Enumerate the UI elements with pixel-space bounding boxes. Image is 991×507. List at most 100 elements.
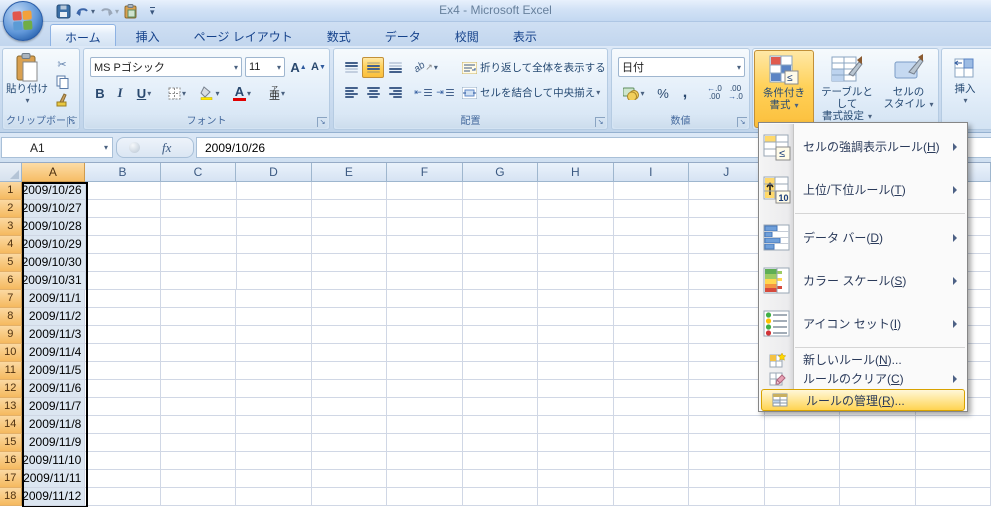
column-header-B[interactable]: B — [85, 163, 160, 182]
increase-indent-button[interactable]: ⇥ — [434, 82, 456, 103]
cell-B3[interactable] — [86, 218, 161, 236]
cell-D10[interactable] — [236, 344, 311, 362]
cell-x18[interactable] — [765, 488, 840, 506]
cell-H1[interactable] — [538, 182, 613, 200]
cell-I13[interactable] — [614, 398, 689, 416]
row-header-5[interactable]: 5 — [0, 254, 22, 272]
cell-D14[interactable] — [236, 416, 311, 434]
cell-H11[interactable] — [538, 362, 613, 380]
menu-item-color-scales[interactable]: カラー スケール(S) — [759, 259, 967, 302]
tab-formulas[interactable]: 数式 — [313, 24, 365, 46]
cell-G3[interactable] — [463, 218, 538, 236]
cell-J1[interactable] — [689, 182, 764, 200]
cell-A14[interactable]: 2009/11/8 — [22, 416, 86, 434]
cell-B15[interactable] — [85, 434, 160, 452]
cell-A17[interactable]: 2009/11/11 — [22, 470, 86, 488]
phonetic-button[interactable]: ア亜 ▾ — [261, 82, 293, 104]
decrease-indent-button[interactable]: ⇤ — [412, 82, 434, 103]
cell-G16[interactable] — [463, 452, 538, 470]
menu-item-highlight-cells-rules[interactable]: ≤ セルの強調表示ルール(H) — [759, 125, 967, 168]
cell-H7[interactable] — [538, 290, 613, 308]
cell-H14[interactable] — [538, 416, 613, 434]
undo-dropdown-icon[interactable]: ▾ — [91, 7, 95, 16]
cell-E14[interactable] — [312, 416, 387, 434]
cell-D11[interactable] — [236, 362, 311, 380]
merge-center-button[interactable]: セルを結合して中央揃え ▾ — [462, 82, 606, 103]
format-as-table-button[interactable]: テーブルとして 書式設定 ▾ — [816, 50, 878, 128]
cell-G1[interactable] — [463, 182, 538, 200]
cell-E4[interactable] — [312, 236, 387, 254]
cell-J18[interactable] — [689, 488, 764, 506]
cell-G17[interactable] — [463, 470, 538, 488]
cell-D12[interactable] — [236, 380, 311, 398]
font-color-button[interactable]: A ▾ — [227, 82, 257, 104]
column-header-D[interactable]: D — [236, 163, 311, 182]
row-header-18[interactable]: 18 — [0, 488, 22, 506]
cell-F11[interactable] — [387, 362, 462, 380]
orientation-button[interactable]: ab↗▾ — [412, 57, 440, 78]
cell-E11[interactable] — [312, 362, 387, 380]
tab-home[interactable]: ホーム — [50, 24, 116, 46]
select-all-corner[interactable] — [0, 163, 22, 182]
cell-x18[interactable] — [840, 488, 915, 506]
save-icon[interactable] — [56, 3, 71, 19]
cell-B18[interactable] — [85, 488, 160, 506]
cell-A16[interactable]: 2009/11/10 — [22, 452, 86, 470]
tab-view[interactable]: 表示 — [499, 24, 551, 46]
cell-C16[interactable] — [161, 452, 236, 470]
cell-E18[interactable] — [312, 488, 387, 506]
row-header-10[interactable]: 10 — [0, 344, 22, 362]
redo-icon[interactable]: ▾ — [99, 3, 119, 19]
paste-button[interactable]: 貼り付け ▾ — [6, 53, 48, 113]
cell-H6[interactable] — [538, 272, 613, 290]
cell-H17[interactable] — [538, 470, 613, 488]
cell-B2[interactable] — [86, 200, 161, 218]
cell-B12[interactable] — [85, 380, 160, 398]
column-header-F[interactable]: F — [387, 163, 462, 182]
row-header-13[interactable]: 13 — [0, 398, 22, 416]
cell-J14[interactable] — [689, 416, 764, 434]
increase-decimal-button[interactable]: ←.0.00 — [704, 82, 725, 104]
align-center-button[interactable] — [362, 82, 384, 103]
row-header-6[interactable]: 6 — [0, 272, 22, 290]
cell-G6[interactable] — [463, 272, 538, 290]
cell-D3[interactable] — [237, 218, 312, 236]
cell-G14[interactable] — [463, 416, 538, 434]
column-header-A[interactable]: A — [22, 163, 86, 182]
cell-E2[interactable] — [312, 200, 387, 218]
cell-D13[interactable] — [236, 398, 311, 416]
cell-F7[interactable] — [387, 290, 462, 308]
cell-E8[interactable] — [312, 308, 387, 326]
menu-item-data-bars[interactable]: データ バー(D) — [759, 216, 967, 259]
font-dialog-launcher-icon[interactable]: ↘ — [317, 117, 327, 127]
cell-F2[interactable] — [387, 200, 462, 218]
row-header-1[interactable]: 1 — [0, 182, 22, 200]
align-top-button[interactable] — [340, 57, 362, 78]
row-header-8[interactable]: 8 — [0, 308, 22, 326]
cell-I10[interactable] — [614, 344, 689, 362]
wrap-text-button[interactable]: 折り返して全体を表示する — [462, 57, 606, 78]
cell-D5[interactable] — [237, 254, 312, 272]
cell-I17[interactable] — [614, 470, 689, 488]
cell-E6[interactable] — [312, 272, 387, 290]
cell-J6[interactable] — [689, 272, 764, 290]
row-header-7[interactable]: 7 — [0, 290, 22, 308]
decrease-decimal-button[interactable]: .00→.0 — [725, 82, 746, 104]
cell-H10[interactable] — [538, 344, 613, 362]
number-format-combo[interactable]: 日付▾ — [618, 57, 745, 77]
cell-G18[interactable] — [463, 488, 538, 506]
cell-H4[interactable] — [538, 236, 613, 254]
cell-C12[interactable] — [161, 380, 236, 398]
menu-item-manage-rules[interactable]: ルールの管理(R)... — [761, 389, 965, 411]
shrink-font-button[interactable]: A▼ — [309, 57, 328, 77]
cell-G13[interactable] — [463, 398, 538, 416]
undo-icon[interactable]: ▾ — [75, 3, 95, 19]
cell-H12[interactable] — [538, 380, 613, 398]
column-header-I[interactable]: I — [614, 163, 689, 182]
cell-I9[interactable] — [614, 326, 689, 344]
cell-E12[interactable] — [312, 380, 387, 398]
cell-H16[interactable] — [538, 452, 613, 470]
cell-I7[interactable] — [614, 290, 689, 308]
cell-A13[interactable]: 2009/11/7 — [22, 398, 86, 416]
row-header-15[interactable]: 15 — [0, 434, 22, 452]
